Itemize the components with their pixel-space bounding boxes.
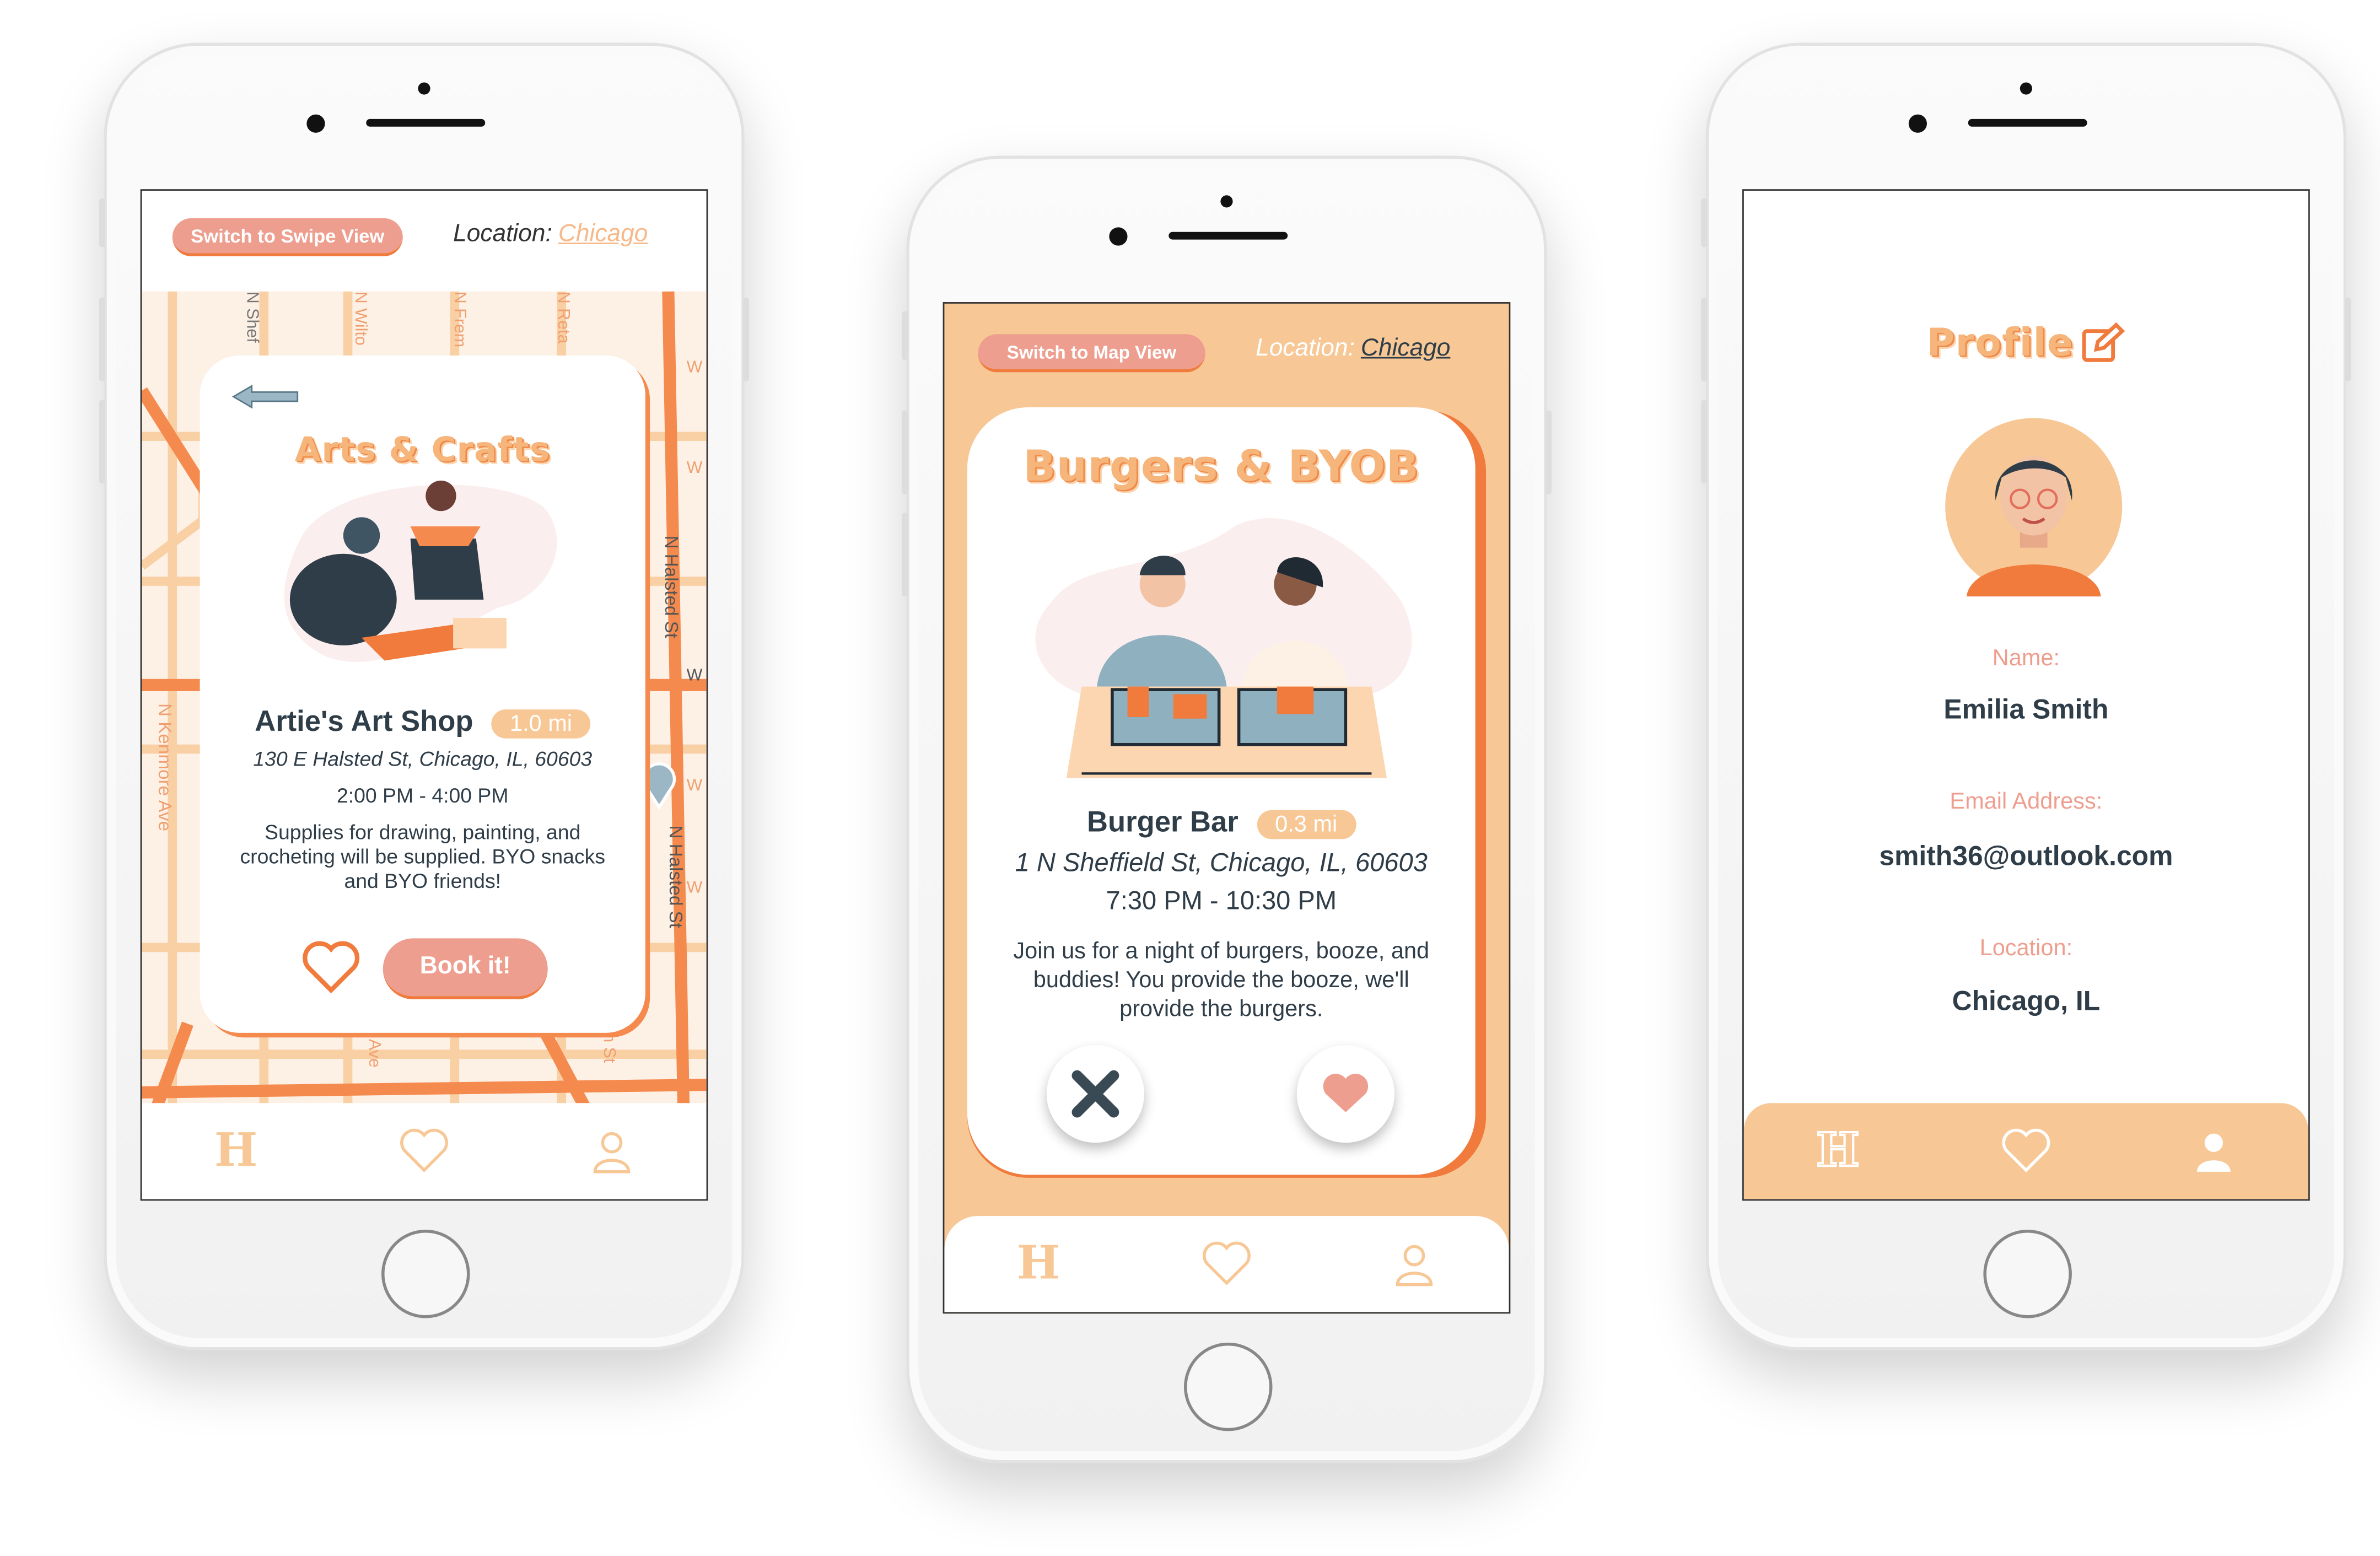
- user-icon[interactable]: [2188, 1125, 2240, 1177]
- phone-swipe-view: Switch to Map View Location: Chicago Burg…: [901, 155, 1552, 1463]
- street-label: N Wilto: [351, 291, 369, 346]
- location-display: Location: Chicago: [1256, 336, 1450, 363]
- venue-name: Burger Bar: [1087, 807, 1239, 839]
- location-value: Chicago, IL: [1952, 986, 2101, 1016]
- map-pin-icon[interactable]: [641, 761, 677, 810]
- phone-map-view: Switch to Swipe View Location: Chicago N …: [99, 42, 750, 1350]
- arts-crafts-illustration: [284, 480, 557, 662]
- sensor: [2020, 82, 2032, 95]
- heart-icon[interactable]: [300, 940, 362, 995]
- profile-title: Profile: [1926, 320, 2074, 365]
- profile-header: Profile: [1744, 320, 2308, 365]
- street-label: W: [686, 666, 703, 685]
- street-label: Ave: [364, 1039, 383, 1068]
- user-icon[interactable]: [586, 1125, 638, 1177]
- book-it-button[interactable]: Book it!: [383, 938, 548, 1000]
- location-label: Location:: [1256, 335, 1355, 362]
- home-icon[interactable]: H: [210, 1124, 262, 1178]
- event-time: 2:00 PM - 4:00 PM: [336, 784, 509, 807]
- camera: [1908, 114, 1927, 133]
- like-button[interactable]: [1296, 1045, 1394, 1143]
- venue-name: Artie's Art Shop: [255, 706, 473, 739]
- dislike-button[interactable]: [1046, 1045, 1144, 1143]
- home-icon[interactable]: H: [1013, 1237, 1064, 1291]
- street-label: N Halsted St: [665, 825, 687, 928]
- venue-address: 130 E Halsted St, Chicago, IL, 60603: [253, 747, 593, 771]
- street-label: W: [686, 358, 703, 377]
- category-title: Arts & Crafts: [294, 432, 551, 470]
- burger-illustration: [1035, 518, 1412, 778]
- street-label: W: [686, 776, 703, 795]
- street-label: W: [686, 879, 703, 897]
- event-card[interactable]: Arts & Crafts Artie's Art Shop 1.0 mi 130…: [200, 355, 645, 1033]
- name-value: Emilia Smith: [1943, 694, 2109, 725]
- email-value: smith36@outlook.com: [1879, 841, 2173, 871]
- heart-icon[interactable]: [398, 1125, 450, 1177]
- speaker: [1968, 119, 2087, 127]
- distance-badge: 0.3 mi: [1256, 810, 1356, 840]
- user-icon[interactable]: [1389, 1238, 1441, 1290]
- heart-icon[interactable]: [1200, 1238, 1252, 1290]
- home-button[interactable]: [1183, 1342, 1273, 1431]
- home-button[interactable]: [381, 1230, 470, 1318]
- location-link[interactable]: Chicago: [1361, 336, 1450, 362]
- map-screen: Switch to Swipe View Location: Chicago N …: [140, 189, 708, 1201]
- event-time: 7:30 PM - 10:30 PM: [1106, 886, 1337, 916]
- location-link[interactable]: Chicago: [558, 221, 648, 247]
- event-description: Supplies for drawing, painting, and croc…: [240, 821, 606, 893]
- street-label: N Kenmore Ave: [154, 703, 176, 832]
- speaker: [366, 119, 486, 127]
- street-label: W: [686, 459, 703, 478]
- heart-icon: [1323, 1074, 1369, 1112]
- location-label: Location:: [453, 221, 552, 247]
- arrow-left-icon[interactable]: [230, 383, 300, 411]
- switch-to-map-view-button[interactable]: Switch to Map View: [978, 334, 1205, 373]
- bottom-nav: H: [1743, 1103, 2308, 1199]
- heart-icon[interactable]: [2000, 1125, 2052, 1177]
- sensor: [418, 82, 430, 95]
- category-title: Burgers & BYOB: [1023, 440, 1420, 492]
- distance-badge: 1.0 mi: [491, 709, 591, 739]
- street-label: N Reta: [553, 291, 572, 344]
- avatar: [1945, 418, 2123, 597]
- camera: [1109, 227, 1128, 246]
- phone-profile-view: Profile Name: Emilia Smith Email Address…: [1701, 42, 2351, 1350]
- street-label: N Halsted St: [660, 535, 682, 639]
- venue-row: Artie's Art Shop 1.0 mi: [200, 707, 645, 740]
- swipe-screen: Switch to Map View Location: Chicago Burg…: [943, 302, 1511, 1314]
- switch-to-swipe-view-button[interactable]: Switch to Swipe View: [172, 218, 403, 257]
- home-button[interactable]: [1983, 1230, 2072, 1318]
- venue-row: Burger Bar 0.3 mi: [967, 807, 1476, 841]
- sensor: [1220, 195, 1233, 208]
- event-card[interactable]: Burgers & BYOB Burger Bar 0.3 mi 1 N Shef…: [967, 407, 1476, 1175]
- camera: [306, 114, 325, 133]
- profile-screen: Profile Name: Emilia Smith Email Address…: [1742, 189, 2310, 1201]
- bottom-nav: H: [142, 1103, 707, 1199]
- close-icon: [1071, 1070, 1119, 1118]
- edit-icon[interactable]: [2080, 321, 2125, 364]
- venue-address: 1 N Sheffield St, Chicago, IL, 60603: [1015, 848, 1428, 877]
- street-label: N Shef: [243, 291, 261, 343]
- event-description: Join us for a night of burgers, booze, a…: [1013, 938, 1430, 1022]
- home-icon[interactable]: H: [1812, 1123, 1864, 1179]
- speaker: [1169, 231, 1288, 240]
- location-display: Location: Chicago: [453, 221, 648, 249]
- name-label: Name:: [1992, 645, 2060, 671]
- email-label: Email Address:: [1950, 789, 2103, 815]
- bottom-nav: H: [944, 1216, 1509, 1312]
- street-label: N Frem: [450, 291, 469, 348]
- location-label: Location:: [1979, 935, 2073, 961]
